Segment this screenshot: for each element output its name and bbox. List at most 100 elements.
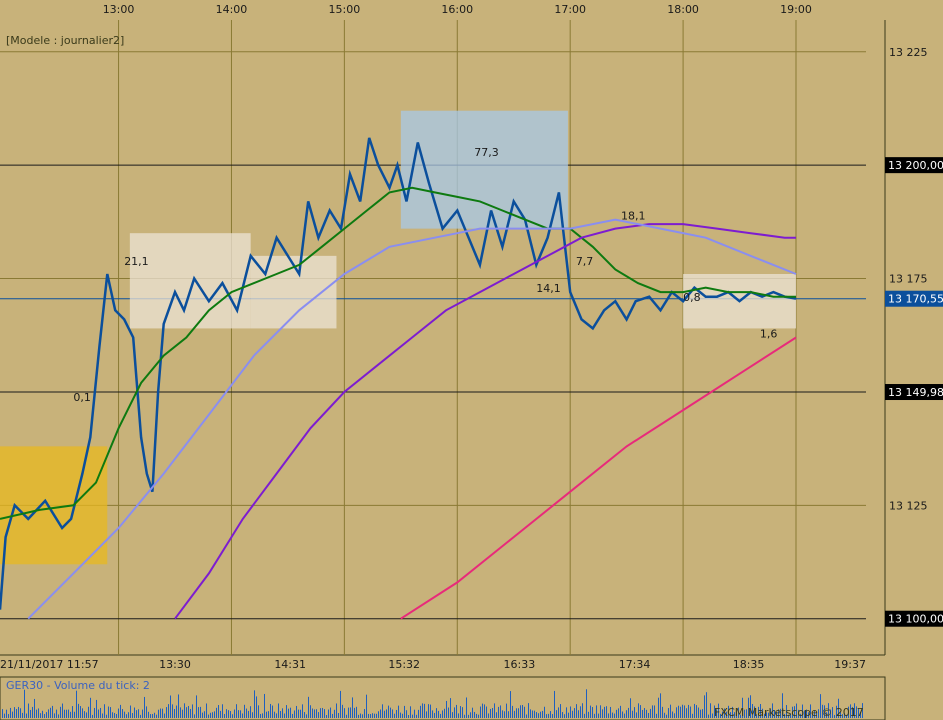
volume-bar <box>680 706 681 718</box>
volume-bar <box>670 704 671 718</box>
top-time-label: 14:00 <box>216 3 248 16</box>
volume-bar <box>292 713 293 718</box>
price-box-label: 13 100,00 <box>888 613 943 626</box>
volume-bar <box>252 712 253 718</box>
volume-bar <box>618 708 619 718</box>
volume-bar <box>576 704 577 718</box>
volume-bar <box>276 713 277 718</box>
volume-bar <box>348 707 349 718</box>
volume-bar <box>444 708 445 718</box>
volume-bar <box>512 705 513 718</box>
volume-bar <box>598 713 599 718</box>
volume-bar <box>546 714 547 718</box>
volume-bar <box>548 713 549 718</box>
volume-bar <box>124 711 125 718</box>
volume-bar <box>500 705 501 718</box>
volume-bar <box>596 705 597 718</box>
volume-bar <box>510 691 511 718</box>
volume-bar <box>36 709 37 718</box>
volume-bar <box>188 705 189 718</box>
volume-bar <box>12 711 13 718</box>
volume-bar <box>146 706 147 718</box>
volume-bar <box>158 709 159 718</box>
volume-bar <box>142 709 143 718</box>
volume-bar <box>244 704 245 718</box>
volume-bar <box>192 704 193 718</box>
volume-bar <box>412 714 413 718</box>
top-time-label: 13:00 <box>103 3 135 16</box>
volume-bar <box>312 708 313 718</box>
volume-bar <box>632 710 633 718</box>
volume-bar <box>580 706 581 718</box>
volume-bar <box>98 709 99 718</box>
volume-bar <box>284 713 285 718</box>
volume-bar <box>300 709 301 718</box>
volume-bar <box>464 714 465 718</box>
volume-bar <box>228 710 229 718</box>
volume-bar <box>456 704 457 718</box>
volume-bar <box>336 703 337 718</box>
level-label: 0,8 <box>683 291 701 304</box>
volume-bar <box>550 711 551 718</box>
volume-bar <box>502 710 503 718</box>
volume-bar <box>194 714 195 718</box>
volume-bar <box>370 714 371 718</box>
volume-bar <box>70 711 71 718</box>
volume-bar <box>682 704 683 718</box>
volume-bar <box>560 704 561 718</box>
volume-bar <box>138 709 139 718</box>
volume-bar <box>458 713 459 718</box>
volume-bar <box>522 704 523 718</box>
volume-bar <box>134 707 135 718</box>
volume-bar <box>430 704 431 718</box>
volume-bar <box>648 712 649 718</box>
volume-bar <box>304 712 305 718</box>
volume-bar <box>384 710 385 718</box>
price-box-label: 13 170,55 <box>888 293 943 306</box>
volume-bar <box>586 689 587 718</box>
volume-bar <box>664 712 665 718</box>
volume-bar <box>694 703 695 718</box>
volume-bar <box>294 710 295 718</box>
volume-bar <box>690 706 691 718</box>
level-label: 1,6 <box>760 328 778 341</box>
bottom-time-label: 15:32 <box>388 658 420 671</box>
volume-bar <box>514 710 515 718</box>
volume-bar <box>672 711 673 718</box>
volume-bar <box>696 705 697 718</box>
volume-bar <box>640 705 641 718</box>
volume-bar <box>16 709 17 718</box>
volume-bar <box>612 712 613 718</box>
volume-bar <box>108 706 109 718</box>
volume-bar <box>578 710 579 718</box>
volume-label: GER30 - Volume du tick: 2 <box>6 679 150 692</box>
volume-bar <box>162 708 163 718</box>
volume-bar <box>286 705 287 718</box>
volume-bar <box>380 709 381 718</box>
volume-bar <box>432 710 433 718</box>
volume-bar <box>476 713 477 718</box>
volume-bar <box>84 711 85 718</box>
volume-bar <box>540 711 541 718</box>
volume-bar <box>190 708 191 718</box>
volume-bar <box>572 710 573 718</box>
volume-bar <box>204 711 205 718</box>
volume-bar <box>390 707 391 718</box>
volume-bar <box>6 709 7 718</box>
bottom-time-label: 13:30 <box>159 658 191 671</box>
volume-bar <box>478 714 479 718</box>
volume-bar <box>322 707 323 718</box>
volume-bar <box>446 700 447 718</box>
volume-bar <box>624 713 625 718</box>
volume-bar <box>658 697 659 718</box>
volume-bar <box>710 703 711 718</box>
volume-bar <box>530 709 531 718</box>
zone-box <box>129 233 251 329</box>
y-tick-label: 13 125 <box>889 499 928 512</box>
volume-bar <box>492 708 493 718</box>
volume-bar <box>218 705 219 718</box>
volume-bar <box>654 705 655 718</box>
volume-bar <box>418 709 419 718</box>
chart-window: 21,1 0,1 77,3 14,1 7,7 18,1 0,8 1,6 13:00 14:00 1… <box>0 0 943 720</box>
volume-bar <box>542 710 543 718</box>
